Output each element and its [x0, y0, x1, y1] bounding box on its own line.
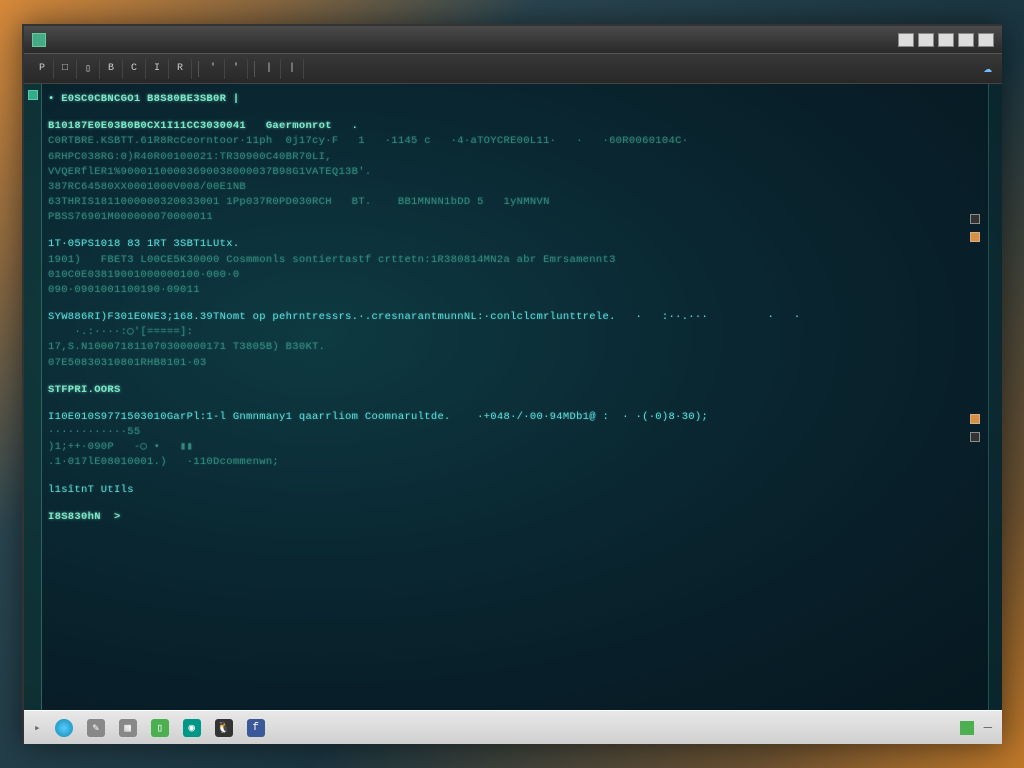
- left-gutter: [24, 84, 42, 710]
- terminal-line: B10187E0E03B0B0CX1I11CC3030041 Gaermonro…: [48, 119, 982, 133]
- taskbar-app-icon[interactable]: ▦: [119, 719, 137, 737]
- terminal-line: 1901) FBET3 L00CE5K30000 Cosmmonls sonti…: [48, 253, 982, 267]
- window-control-button[interactable]: [958, 33, 974, 47]
- terminal-line: • E0SC0CBNCGO1 B8S80BE3SB0R |: [48, 92, 982, 106]
- terminal-line: I8S830hN >: [48, 510, 982, 524]
- toolbar-separator: [254, 61, 255, 77]
- terminal-line: [48, 298, 982, 310]
- terminal-pane: • E0SC0CBNCGO1 B8S80BE3SB0R | B10187E0E03…: [24, 84, 1002, 710]
- marker-badge[interactable]: [970, 432, 980, 442]
- monitor-frame: P □ ▯ B C I R ' ' | | ☁ • E0SC0CBNCGO1 B…: [22, 24, 1002, 744]
- terminal-line: 387RC64580XX0001000V008/00E1NB: [48, 180, 982, 194]
- titlebar-left: [32, 33, 46, 47]
- terminal-line: [48, 107, 982, 119]
- desktop-taskbar: ▸ ✎ ▦ ▯ ◉ 🐧 f —: [24, 710, 1002, 744]
- system-tray: —: [960, 720, 992, 736]
- toolbar-button[interactable]: C: [126, 59, 146, 79]
- taskbar-app-icon[interactable]: ▯: [151, 719, 169, 737]
- window-titlebar[interactable]: [24, 26, 1002, 54]
- toolbar-button[interactable]: ': [205, 59, 225, 79]
- gutter-marker-icon[interactable]: [28, 90, 38, 100]
- toolbar-button[interactable]: |: [261, 59, 281, 79]
- terminal-line: [48, 471, 982, 483]
- window-control-button[interactable]: [938, 33, 954, 47]
- window-control-button[interactable]: [918, 33, 934, 47]
- toolbar: P □ ▯ B C I R ' ' | | ☁: [24, 54, 1002, 84]
- terminal-line: STFPRI.OORS: [48, 383, 982, 397]
- terminal-line: C0RTBRE.KSBTT.61R8RcCeorntoor·11ph 0j17c…: [48, 134, 982, 148]
- app-icon: [32, 33, 46, 47]
- terminal-line: 1T·05PS1018 83 1RT 3SBT1LUtx.: [48, 237, 982, 251]
- terminal-line: [48, 225, 982, 237]
- terminal-line: VVQERflER1%90001100003690038000037B98G1V…: [48, 165, 982, 179]
- right-scrollbar[interactable]: [988, 84, 1002, 710]
- toolbar-button[interactable]: |: [284, 59, 304, 79]
- terminal-line: [48, 371, 982, 383]
- taskbar-expand-icon[interactable]: ▸: [34, 721, 41, 735]
- cloud-sync-icon[interactable]: ☁: [984, 60, 992, 77]
- window-controls: [898, 33, 994, 47]
- tray-icon[interactable]: —: [984, 720, 992, 736]
- terminal-output[interactable]: • E0SC0CBNCGO1 B8S80BE3SB0R | B10187E0E03…: [42, 84, 988, 710]
- toolbar-button[interactable]: □: [57, 59, 77, 79]
- terminal-line: SYW886RI)F301E0NE3;168.39TNomt op pehrnt…: [48, 310, 982, 324]
- taskbar-app-icon[interactable]: ◉: [183, 719, 201, 737]
- browser-icon[interactable]: [55, 719, 73, 737]
- terminal-line: ············55: [48, 425, 982, 439]
- toolbar-button[interactable]: ▯: [80, 59, 100, 79]
- taskbar-app-icon[interactable]: ✎: [87, 719, 105, 737]
- terminal-line: ·.:····:◯'[=====]:: [48, 325, 982, 339]
- terminal-line: l1sîtnT UtIls: [48, 483, 982, 497]
- window-control-button[interactable]: [898, 33, 914, 47]
- terminal-line: I10E010S9771503010GarPl:1-l Gnmnmany1 qa…: [48, 410, 982, 424]
- terminal-line: 17,S.N100071811070300000171 T3805B) B30K…: [48, 340, 982, 354]
- terminal-line: 6RHPC038RG:0)R40R00100021:TR30900C40BR70…: [48, 150, 982, 164]
- marker-badge[interactable]: [970, 232, 980, 242]
- terminal-line: 010C0E03819001000000100·000·0: [48, 268, 982, 282]
- terminal-line: 07E50830310801RHB8101·03: [48, 356, 982, 370]
- terminal-line: [48, 398, 982, 410]
- terminal-line: 090·0901001100190·09011: [48, 283, 982, 297]
- tray-status-icon[interactable]: [960, 721, 974, 735]
- marker-badge[interactable]: [970, 214, 980, 224]
- marker-badge[interactable]: [970, 414, 980, 424]
- terminal-line: )1;++·090P -◯ • ▮▮: [48, 440, 982, 454]
- terminal-line: .1·017lE08010001.) ·110Dcommenwn;: [48, 455, 982, 469]
- toolbar-button[interactable]: ': [228, 59, 248, 79]
- toolbar-button[interactable]: B: [103, 59, 123, 79]
- window-control-button[interactable]: [978, 33, 994, 47]
- terminal-line: 63THRIS1811000000320033001 1Pp037R0PD030…: [48, 195, 982, 209]
- toolbar-separator: [198, 61, 199, 77]
- linux-icon[interactable]: 🐧: [215, 719, 233, 737]
- terminal-line: [48, 498, 982, 510]
- taskbar-app-icon[interactable]: f: [247, 719, 265, 737]
- terminal-line: PBSS76901M000000070000011: [48, 210, 982, 224]
- toolbar-button[interactable]: R: [172, 59, 192, 79]
- toolbar-button[interactable]: I: [149, 59, 169, 79]
- toolbar-button[interactable]: P: [34, 59, 54, 79]
